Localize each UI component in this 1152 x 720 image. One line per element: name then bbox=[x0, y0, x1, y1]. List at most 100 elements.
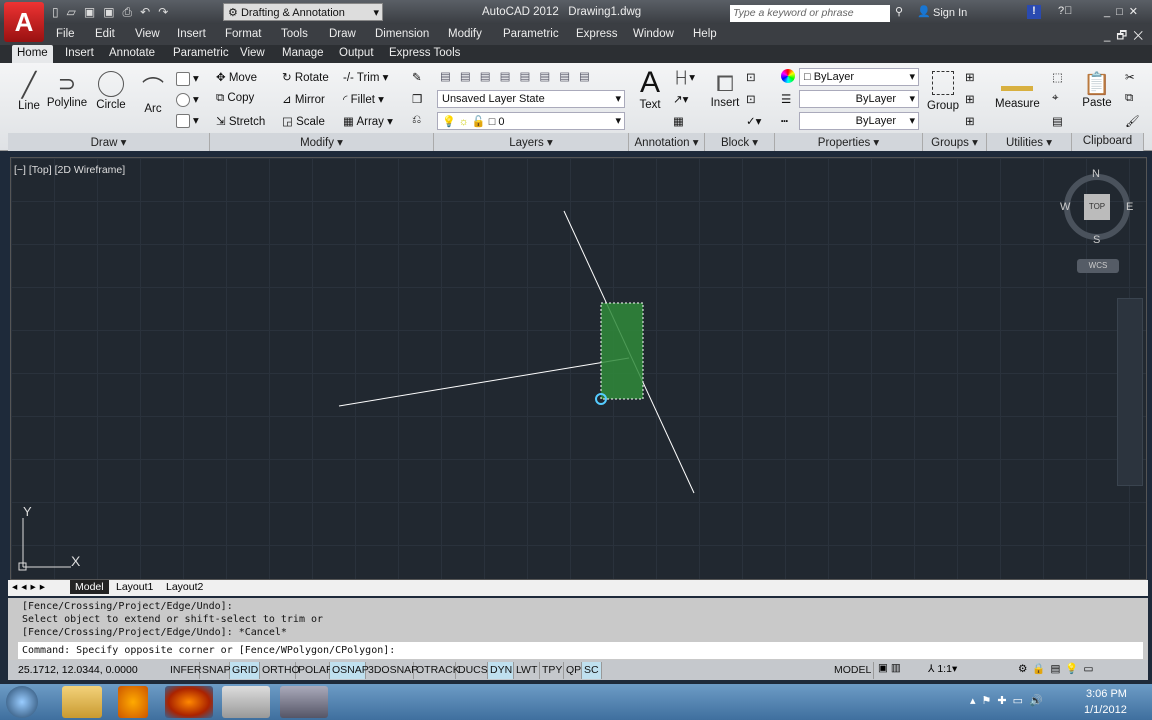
copy-button[interactable]: ⧉ Copy bbox=[216, 92, 254, 105]
tray-icons[interactable]: ▴⚑✚▭🔊 bbox=[970, 694, 1049, 707]
group-edit-icon[interactable]: ⊞ bbox=[965, 92, 975, 106]
annotation-panel-label[interactable]: Annotation ▾ bbox=[629, 133, 705, 151]
print-icon[interactable]: ⎙ bbox=[123, 5, 141, 19]
tab-manage[interactable]: Manage bbox=[277, 47, 329, 59]
navigation-bar[interactable] bbox=[1117, 298, 1143, 486]
toggle-3dosnap[interactable]: 3DOSNAP bbox=[366, 662, 418, 679]
media-player-icon[interactable] bbox=[118, 686, 148, 718]
paste-button[interactable]: 📋 Paste bbox=[1082, 71, 1112, 109]
edit-block-icon[interactable]: ⊡ bbox=[746, 92, 756, 106]
toggle-ducs[interactable]: DUCS bbox=[456, 662, 488, 679]
viewcube-top-face[interactable]: TOP bbox=[1084, 194, 1110, 220]
copy-clip-icon[interactable]: ⧉ bbox=[1125, 92, 1133, 105]
text-button[interactable]: A Text bbox=[636, 67, 664, 112]
properties-panel-label[interactable]: Properties ▾ bbox=[775, 133, 923, 151]
app-taskbar-icon[interactable] bbox=[280, 686, 328, 718]
arc-button[interactable]: ⌒ Arc bbox=[140, 71, 166, 115]
clock-date[interactable]: 1/1/2012 bbox=[1084, 704, 1127, 716]
leader-icon[interactable]: ↗▾ bbox=[673, 92, 688, 106]
groups-panel-label[interactable]: Groups ▾ bbox=[923, 133, 987, 151]
compass-west[interactable]: W bbox=[1060, 201, 1070, 213]
mirror-button[interactable]: ⊿ Mirror bbox=[282, 92, 325, 106]
tab-layout2[interactable]: Layout2 bbox=[166, 581, 203, 593]
calculator-icon[interactable]: ▤ bbox=[1052, 114, 1063, 128]
draw-panel-label[interactable]: Draw ▾ bbox=[8, 133, 210, 151]
menu-express[interactable]: Express bbox=[576, 28, 618, 40]
tab-layout1[interactable]: Layout1 bbox=[116, 581, 153, 593]
toggle-ortho[interactable]: ORTHO bbox=[260, 662, 300, 679]
tab-model[interactable]: Model bbox=[70, 580, 109, 594]
toggle-sc[interactable]: SC bbox=[582, 662, 602, 679]
toggle-otrack[interactable]: OTRACK bbox=[414, 662, 460, 679]
search-input[interactable]: Type a keyword or phrase bbox=[730, 5, 890, 22]
app-menu-button[interactable]: A bbox=[4, 2, 44, 42]
menu-edit[interactable]: Edit bbox=[95, 28, 115, 40]
workspace-tray-icons[interactable]: ⚙🔒▤💡▭ bbox=[1018, 662, 1098, 675]
help-icon[interactable]: ?⃝ bbox=[1058, 5, 1072, 17]
tab-nav-arrows[interactable]: ◂◂▸▸ bbox=[12, 581, 49, 593]
insert-button[interactable]: ⧠ Insert bbox=[708, 71, 742, 109]
workspace-dropdown[interactable]: ⚙ Drafting & Annotation ▾ bbox=[223, 3, 383, 21]
modify-panel-label[interactable]: Modify ▾ bbox=[210, 133, 434, 151]
erase-icon[interactable]: ✎ bbox=[412, 70, 422, 84]
undo-icon[interactable]: ↶ bbox=[140, 5, 158, 19]
color-dropdown[interactable]: □ ByLayer bbox=[799, 68, 919, 86]
linetype-dropdown[interactable]: ByLayer bbox=[799, 90, 919, 108]
rectangle-icon[interactable]: ▾ bbox=[176, 71, 199, 86]
model-space-toggle[interactable]: MODEL bbox=[832, 662, 875, 679]
sign-in-link[interactable]: Sign In bbox=[933, 7, 967, 19]
circle-button[interactable]: Circle bbox=[94, 71, 128, 111]
create-block-icon[interactable]: ⊡ bbox=[746, 70, 756, 84]
tab-output[interactable]: Output bbox=[334, 47, 379, 59]
menu-view[interactable]: View bbox=[135, 28, 160, 40]
compass-south[interactable]: S bbox=[1093, 234, 1100, 246]
menu-file[interactable]: File bbox=[56, 28, 75, 40]
binoculars-icon[interactable]: ⚲ bbox=[895, 5, 903, 18]
layers-panel-label[interactable]: Layers ▾ bbox=[434, 133, 629, 151]
quick-select-icon[interactable]: ⬚ bbox=[1052, 70, 1063, 84]
command-input[interactable]: Command: Specify opposite corner or [Fen… bbox=[18, 642, 1143, 659]
array-button[interactable]: ▦ Array ▾ bbox=[343, 114, 393, 128]
tab-express-tools[interactable]: Express Tools bbox=[384, 47, 465, 59]
layout-view-icons[interactable]: ▣ ▥ bbox=[878, 662, 901, 674]
layer-state-dropdown[interactable]: Unsaved Layer State bbox=[437, 90, 625, 108]
open-icon[interactable]: ▱ bbox=[67, 5, 84, 19]
menu-help[interactable]: Help bbox=[693, 28, 717, 40]
toggle-snap[interactable]: SNAP bbox=[200, 662, 231, 679]
utilities-panel-label[interactable]: Utilities ▾ bbox=[987, 133, 1072, 151]
toggle-polar[interactable]: POLAR bbox=[296, 662, 334, 679]
exchange-icon[interactable]: ! bbox=[1027, 5, 1041, 19]
move-button[interactable]: ✥ Move bbox=[216, 70, 257, 84]
menu-insert[interactable]: Insert bbox=[177, 28, 206, 40]
menu-dimension[interactable]: Dimension bbox=[375, 28, 429, 40]
redo-icon[interactable]: ↷ bbox=[158, 5, 176, 19]
stretch-button[interactable]: ⇲ Stretch bbox=[216, 114, 265, 128]
layer-dropdown[interactable]: 💡 ☼ 🔓 □ 0 bbox=[437, 112, 625, 130]
toggle-tpy[interactable]: TPY bbox=[540, 662, 564, 679]
rotate-button[interactable]: ↻ Rotate bbox=[282, 70, 329, 84]
clock-time[interactable]: 3:06 PM bbox=[1086, 688, 1127, 700]
autocad-taskbar-icon[interactable] bbox=[222, 686, 270, 718]
tab-home[interactable]: Home bbox=[12, 45, 53, 63]
lineweight-dropdown[interactable]: ByLayer bbox=[799, 112, 919, 130]
menu-format[interactable]: Format bbox=[225, 28, 261, 40]
cut-icon[interactable]: ✂ bbox=[1125, 70, 1135, 84]
toggle-osnap[interactable]: OSNAP bbox=[330, 662, 369, 679]
measure-button[interactable]: Measure bbox=[995, 73, 1040, 110]
color-wheel-icon[interactable] bbox=[781, 69, 795, 83]
tab-view[interactable]: View bbox=[235, 47, 270, 59]
scale-button[interactable]: ◲ Scale bbox=[282, 114, 325, 128]
tab-insert[interactable]: Insert bbox=[60, 47, 99, 59]
menu-parametric[interactable]: Parametric bbox=[503, 28, 559, 40]
compass-north[interactable]: N bbox=[1092, 168, 1100, 180]
dimension-icon[interactable]: ├┤▾ bbox=[673, 70, 695, 84]
tab-annotate[interactable]: Annotate bbox=[104, 47, 160, 59]
toggle-infer[interactable]: INFER bbox=[168, 662, 202, 679]
drawing-canvas[interactable]: [−] [Top] [2D Wireframe] X Y TOP N S E W… bbox=[10, 157, 1147, 580]
line-button[interactable]: ╱ Line bbox=[14, 71, 44, 112]
clipboard-panel-label[interactable]: Clipboard bbox=[1072, 133, 1144, 151]
compass-east[interactable]: E bbox=[1126, 201, 1133, 213]
edit-attributes-icon[interactable]: ✓▾ bbox=[746, 114, 761, 128]
new-icon[interactable]: ▯ bbox=[52, 5, 67, 19]
ungroup-icon[interactable]: ⊞ bbox=[965, 70, 975, 84]
